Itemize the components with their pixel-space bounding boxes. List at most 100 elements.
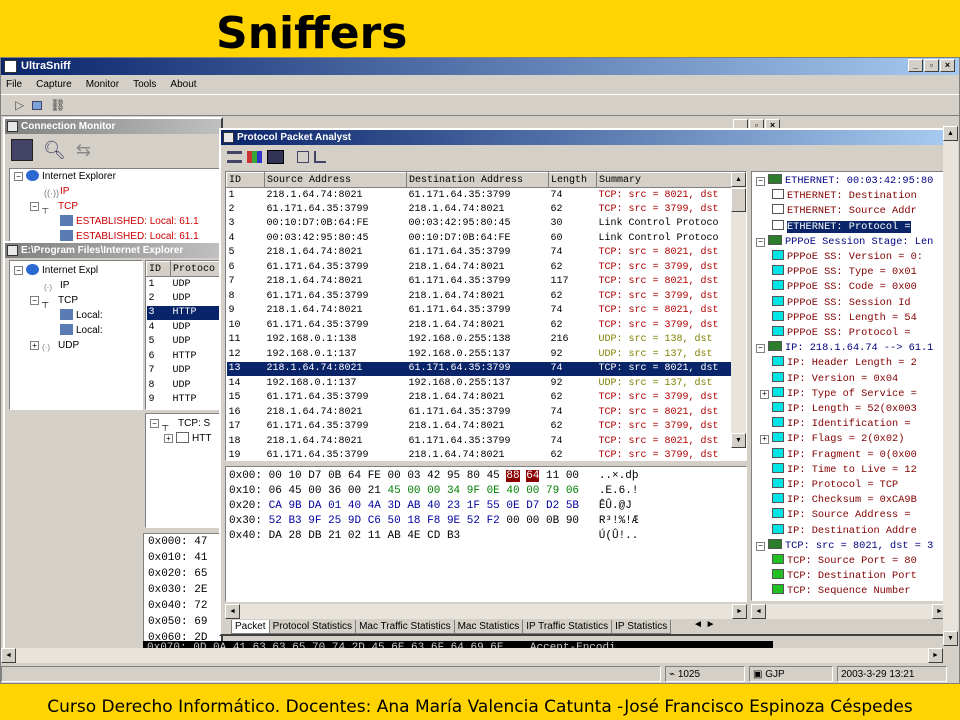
hex-byte[interactable]: CD bbox=[427, 530, 440, 542]
group-icon[interactable] bbox=[267, 150, 284, 164]
hex-byte[interactable]: 00 bbox=[526, 485, 539, 497]
hex-byte[interactable]: 00 bbox=[566, 470, 579, 482]
packet-row[interactable]: 14 192.168.0.1:137 192.168.0.255:137 92 UDP:… bbox=[227, 376, 733, 391]
hex-byte[interactable]: 06 bbox=[269, 485, 282, 497]
tree-node[interactable]: (·) IP bbox=[14, 278, 142, 293]
col-protocol[interactable]: Protoco bbox=[170, 261, 220, 277]
detail-node[interactable]: ETHERNET: Destination bbox=[756, 189, 946, 204]
col-source-address[interactable]: Source Address bbox=[264, 172, 407, 188]
list-item[interactable]: 3 HTTP bbox=[146, 305, 220, 320]
hex-byte[interactable]: FE bbox=[368, 470, 381, 482]
detail-node[interactable]: IP: Protocol = TCP bbox=[756, 478, 946, 493]
connection-monitor-titlebar[interactable]: Connection Monitor bbox=[5, 119, 221, 134]
packet-row[interactable]: 11 192.168.0.1:138 192.168.0.255:138 216 UDP… bbox=[227, 333, 733, 348]
hex-byte[interactable]: 90 bbox=[566, 515, 579, 527]
hex-byte[interactable]: 9B bbox=[288, 500, 301, 512]
packet-row[interactable]: 12 192.168.0.1:137 192.168.0.255:137 92 UDP:… bbox=[227, 347, 733, 362]
tab-packet[interactable]: Packet bbox=[231, 620, 270, 634]
col-destination-address[interactable]: Destination Address bbox=[406, 172, 549, 188]
hex-line[interactable]: 0x40: DA 28 DB 21 02 11 AB 4E CD B3 Ú(Û!… bbox=[229, 529, 746, 544]
scroll-down-button[interactable]: ▼ bbox=[731, 433, 746, 448]
tree-node[interactable]: + HTT bbox=[150, 431, 220, 446]
scroll-right-button[interactable]: ► bbox=[732, 604, 747, 619]
list-item[interactable]: 2 UDP bbox=[147, 291, 221, 306]
hex-byte[interactable]: DB bbox=[308, 530, 321, 542]
hex-byte[interactable]: AB bbox=[407, 500, 420, 512]
hex-byte[interactable]: 18 bbox=[407, 515, 420, 527]
hex-byte[interactable]: 00 bbox=[407, 485, 420, 497]
hex-byte[interactable]: 52 bbox=[467, 515, 480, 527]
hex-byte[interactable]: 0B bbox=[546, 515, 559, 527]
hex-byte[interactable]: 80 bbox=[467, 470, 480, 482]
menu-about[interactable]: About bbox=[170, 76, 196, 93]
hex-byte[interactable]: 1F bbox=[467, 500, 480, 512]
process-window-titlebar[interactable]: E:\Program Files\Internet Explorer bbox=[5, 243, 221, 258]
filter-icon[interactable]: ⛓ bbox=[50, 98, 65, 112]
scroll-up-button[interactable]: ▲ bbox=[731, 172, 746, 187]
hex-byte[interactable]: 45 bbox=[388, 485, 401, 497]
detail-node[interactable]: PPPoE SS: Version = 0: bbox=[756, 250, 946, 265]
stop-icon[interactable] bbox=[32, 100, 43, 110]
detail-node[interactable]: IP: Source Address = bbox=[756, 508, 946, 523]
scroll-left-button[interactable]: ◄ bbox=[225, 604, 240, 619]
tab-ip-traffic-statistics[interactable]: IP Traffic Statistics bbox=[522, 620, 613, 634]
menu-capture[interactable]: Capture bbox=[36, 76, 72, 93]
hex-byte[interactable]: 00 bbox=[427, 485, 440, 497]
col-summary[interactable]: Summary bbox=[596, 172, 733, 188]
hex-byte[interactable]: B3 bbox=[288, 515, 301, 527]
detail-node[interactable]: − TCP: src = 8021, dst = 3 bbox=[756, 538, 946, 554]
packet-row[interactable]: 19 61.171.64.35:3799 218.1.64.74:8021 62 TCP… bbox=[227, 449, 733, 460]
tab-mac-statistics[interactable]: Mac Statistics bbox=[453, 620, 524, 634]
hex-byte[interactable]: 36 bbox=[328, 485, 341, 497]
link-icon[interactable]: ⇆ bbox=[76, 140, 91, 161]
expand-toggle[interactable]: − bbox=[756, 541, 765, 551]
detail-hscroll[interactable]: ◄ ► bbox=[751, 604, 947, 619]
hex-byte[interactable]: 00 bbox=[526, 515, 539, 527]
list-icon[interactable] bbox=[227, 151, 242, 163]
hex-byte[interactable]: 21 bbox=[328, 530, 341, 542]
detail-node[interactable]: PPPoE SS: Type = 0x01 bbox=[756, 265, 946, 280]
hex-byte[interactable]: 88 bbox=[506, 470, 520, 482]
detail-node[interactable]: TCP: Sequence Number bbox=[756, 584, 946, 599]
tree-node[interactable]: ((·))IP bbox=[14, 184, 220, 199]
hex-byte[interactable]: 64 bbox=[526, 470, 540, 482]
hex-byte[interactable]: CA bbox=[269, 500, 282, 512]
expand-toggle[interactable]: − bbox=[756, 237, 765, 247]
detail-node[interactable]: IP: Destination Addre bbox=[756, 523, 946, 539]
hex-byte[interactable]: 00 bbox=[388, 470, 401, 482]
packet-row[interactable]: 3 00:10:D7:0B:64:FE 00:03:42:95:80:45 30 Lin… bbox=[227, 217, 733, 232]
play-icon[interactable]: ▷ bbox=[15, 98, 24, 112]
hex-byte[interactable]: 06 bbox=[566, 485, 579, 497]
hex-byte[interactable]: DA bbox=[269, 530, 282, 542]
hex-byte[interactable]: 28 bbox=[288, 530, 301, 542]
detail-node[interactable]: − IP: 218.1.64.74 --> 61.1 bbox=[756, 341, 946, 356]
menu-tools[interactable]: Tools bbox=[133, 76, 156, 93]
hex-byte[interactable]: 40 bbox=[506, 485, 519, 497]
list-item[interactable]: 8 UDP bbox=[147, 378, 221, 393]
tree-node[interactable]: − ┬ TCP: S bbox=[150, 416, 220, 431]
detail-node[interactable]: IP: Length = 52(0x003 bbox=[756, 402, 946, 417]
hex-line[interactable]: 0x20: CA 9B DA 01 40 4A 3D AB 40 23 1F 5… bbox=[229, 499, 746, 514]
hex-byte[interactable]: 40 bbox=[348, 500, 361, 512]
detail-node[interactable]: − PPPoE Session Stage: Len bbox=[756, 234, 946, 250]
hex-byte[interactable]: D2 bbox=[546, 500, 559, 512]
detail-node[interactable]: + IP: Type of Service = bbox=[756, 386, 946, 402]
col-id[interactable]: ID bbox=[146, 261, 171, 277]
packet-row[interactable]: 16 218.1.64.74:8021 61.171.64.35:3799 74 TCP… bbox=[227, 405, 733, 420]
hex-byte[interactable]: 11 bbox=[546, 470, 559, 482]
hex-byte[interactable]: 00 bbox=[269, 470, 282, 482]
hex-byte[interactable]: 23 bbox=[447, 500, 460, 512]
tree-node[interactable]: − ┬ TCP bbox=[14, 199, 220, 214]
detail-node[interactable]: IP: Fragment = 0(0x00 bbox=[756, 447, 946, 463]
menu-file[interactable]: File bbox=[6, 76, 22, 93]
hex-byte[interactable]: 55 bbox=[487, 500, 500, 512]
expand-toggle[interactable]: − bbox=[756, 177, 765, 186]
hex-byte[interactable]: 95 bbox=[447, 470, 460, 482]
col-length[interactable]: Length bbox=[548, 172, 597, 188]
hex-byte[interactable]: F8 bbox=[427, 515, 440, 527]
hex-byte[interactable]: 52 bbox=[269, 515, 282, 527]
hex-byte[interactable]: 50 bbox=[388, 515, 401, 527]
restore-button[interactable]: ▫ bbox=[924, 59, 939, 72]
tree-node[interactable]: Local: bbox=[14, 308, 142, 323]
detail-node[interactable]: TCP: Destination Port bbox=[756, 569, 946, 584]
